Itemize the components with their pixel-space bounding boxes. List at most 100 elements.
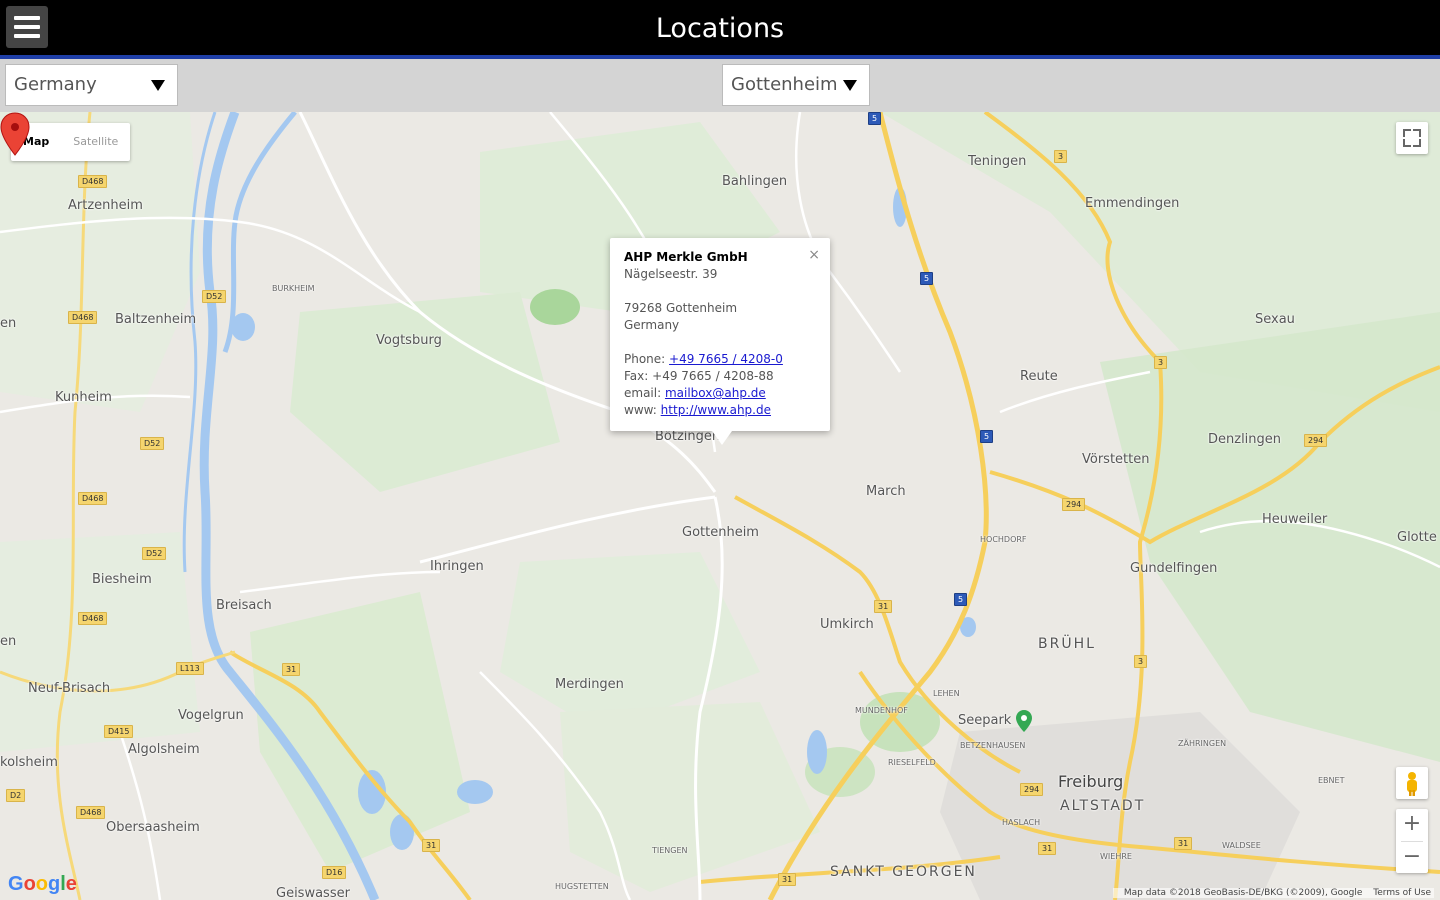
place-label: Denzlingen [1208, 432, 1282, 447]
route-shield: D16 [322, 866, 347, 879]
place-label: Gundelfingen [1130, 561, 1218, 576]
place-label: BETZENHAUSEN [960, 741, 1026, 750]
close-icon[interactable]: × [808, 247, 820, 263]
fullscreen-icon-corner [1413, 129, 1421, 137]
place-label: ZÄHRINGEN [1178, 739, 1227, 748]
city-select-value: Gottenheim [731, 74, 838, 95]
fullscreen-icon-corner [1403, 139, 1411, 147]
place-label: MUNDENHOF [855, 706, 908, 715]
place-label: Bötzingen [655, 429, 721, 444]
park-pin-icon[interactable] [1016, 710, 1032, 732]
zoom-in-button[interactable]: + [1396, 809, 1428, 841]
place-label: HUGSTETTEN [555, 882, 609, 891]
place-label: WIEHRE [1100, 852, 1132, 861]
place-label: Glotte [1397, 530, 1437, 545]
route-shield: 294 [1062, 498, 1086, 511]
place-label: Biesheim [92, 572, 152, 587]
map-tiles [0, 112, 1440, 900]
street-view-pegman-button[interactable] [1396, 767, 1428, 799]
route-shield: 5 [920, 272, 934, 285]
website-link[interactable]: http://www.ahp.de [661, 403, 771, 417]
route-shield: 31 [282, 663, 301, 676]
google-logo[interactable]: Google [8, 873, 77, 896]
country-line: Germany [624, 318, 680, 332]
chevron-down-icon [151, 80, 165, 91]
phone-row: Phone: +49 7665 / 4208-0 [624, 351, 783, 368]
location-info-window: × AHP Merkle GmbH Nägelseestr. 39 79268 … [610, 238, 830, 445]
route-shield: D52 [202, 290, 227, 303]
place-label: WALDSEE [1222, 841, 1261, 850]
place-label: Kunheim [55, 390, 112, 405]
place-label: Teningen [968, 154, 1027, 169]
country-select-value: Germany [14, 74, 97, 95]
route-shield: 31 [1038, 842, 1057, 855]
route-shield: D468 [78, 175, 108, 188]
place-label: Vogtsburg [376, 333, 442, 348]
fax-row: Fax: +49 7665 / 4208-88 [624, 368, 783, 385]
route-shield: 5 [980, 430, 994, 443]
place-label: March [866, 484, 906, 499]
route-shield: 5 [954, 593, 968, 606]
email-row: email: mailbox@ahp.de [624, 385, 783, 402]
route-shield: 3 [1054, 150, 1068, 163]
place-label: HOCHDORF [980, 535, 1027, 544]
route-shield: 3 [1134, 655, 1148, 668]
place-label: BURKHEIM [272, 284, 315, 293]
map-type-satellite-button[interactable]: Satellite [61, 123, 130, 161]
route-shield: D468 [78, 492, 108, 505]
place-label: Freiburg [1058, 772, 1124, 791]
map-canvas[interactable]: Teningen Bahlingen Emmendingen Artzenhei… [0, 112, 1440, 900]
place-label: en [0, 634, 17, 649]
place-label: en [0, 316, 17, 331]
fax-label: Fax: [624, 369, 649, 383]
place-label: Umkirch [820, 617, 874, 632]
place-label: EBNET [1318, 776, 1345, 785]
street-address: Nägelseestr. 39 [624, 267, 718, 281]
place-label: RIESELFELD [888, 758, 936, 767]
fax-value: +49 7665 / 4208-88 [652, 369, 774, 383]
fullscreen-button[interactable] [1396, 122, 1428, 154]
route-shield: D2 [6, 789, 26, 802]
city-select[interactable]: Gottenheim [722, 64, 870, 106]
phone-link[interactable]: +49 7665 / 4208-0 [669, 352, 783, 366]
email-link[interactable]: mailbox@ahp.de [665, 386, 766, 400]
place-label: Gottenheim [682, 525, 759, 540]
place-label: Vogelgrun [178, 708, 244, 723]
route-shield: L113 [176, 662, 204, 675]
email-label: email: [624, 386, 662, 400]
company-name: AHP Merkle GmbH [624, 250, 748, 264]
place-label: Bahlingen [722, 174, 788, 189]
city-line: 79268 Gottenheim [624, 301, 738, 315]
route-shield: D52 [140, 437, 165, 450]
place-label: Merdingen [555, 677, 624, 692]
place-label: kolsheim [0, 755, 58, 770]
place-label: Obersaasheim [106, 820, 200, 835]
place-label: Emmendingen [1085, 196, 1180, 211]
chevron-down-icon [843, 80, 857, 91]
place-label: Sexau [1255, 312, 1295, 327]
www-label: www: [624, 403, 657, 417]
route-shield: 31 [874, 600, 893, 613]
place-label: SANKT GEORGEN [830, 864, 977, 880]
fullscreen-icon [1403, 129, 1411, 137]
route-shield: 294 [1304, 434, 1328, 447]
place-label: Algolsheim [128, 742, 200, 757]
www-row: www: http://www.ahp.de [624, 402, 783, 419]
route-shield: D52 [142, 547, 167, 560]
route-shield: 31 [1174, 837, 1193, 850]
place-label: Reute [1020, 369, 1058, 384]
place-label: Heuweiler [1262, 512, 1328, 527]
place-label: LEHEN [933, 689, 960, 698]
route-shield: 31 [422, 839, 441, 852]
location-marker-icon[interactable] [0, 112, 30, 156]
route-shield: D468 [76, 806, 106, 819]
terms-of-use-link[interactable]: Terms of Use [1373, 888, 1431, 898]
zoom-control: + − [1396, 809, 1428, 873]
route-shield: D468 [78, 612, 108, 625]
country-select[interactable]: Germany [5, 64, 178, 106]
place-label: Breisach [216, 598, 272, 613]
fullscreen-icon-corner [1413, 139, 1421, 147]
zoom-out-button[interactable]: − [1396, 842, 1428, 874]
